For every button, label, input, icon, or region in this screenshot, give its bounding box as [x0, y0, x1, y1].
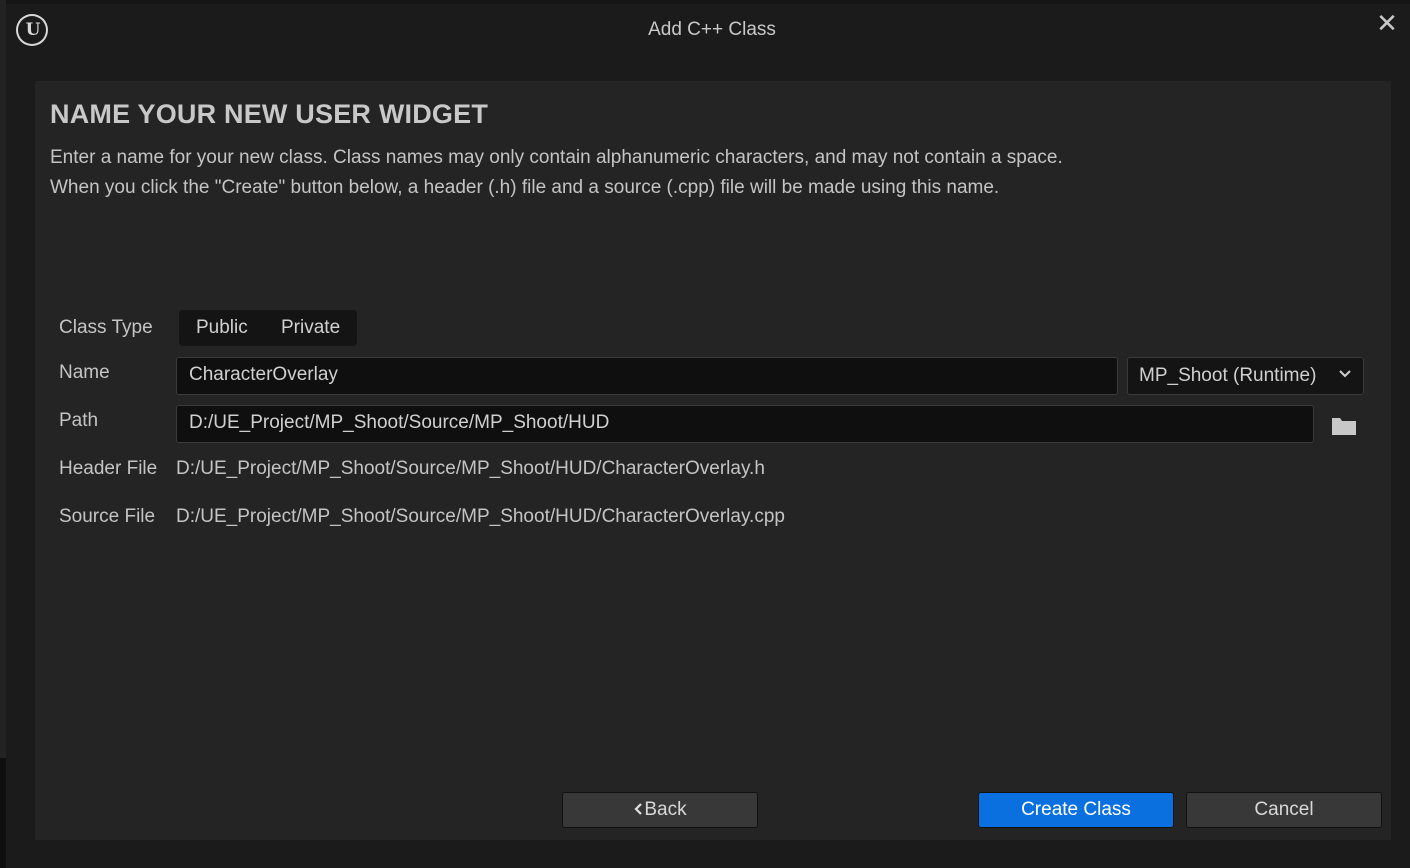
source-file-label: Source File — [59, 506, 156, 527]
class-type-toggle: Public Private — [179, 310, 357, 346]
content-panel: NAME YOUR NEW USER WIDGET Enter a name f… — [35, 81, 1391, 840]
cancel-button-label: Cancel — [1254, 799, 1314, 820]
class-type-private[interactable]: Private — [281, 317, 340, 339]
path-label: Path — [59, 410, 99, 431]
cancel-button[interactable]: Cancel — [1186, 792, 1382, 828]
back-button[interactable]: Back — [562, 792, 758, 828]
module-dropdown-value: MP_Shoot (Runtime) — [1139, 365, 1317, 386]
module-dropdown[interactable]: MP_Shoot (Runtime) — [1127, 357, 1364, 395]
path-input[interactable]: D:/UE_Project/MP_Shoot/Source/MP_Shoot/H… — [176, 405, 1314, 443]
create-class-button[interactable]: Create Class — [978, 792, 1174, 828]
description-line-2: When you click the "Create" button below… — [50, 177, 1000, 198]
class-name-input[interactable]: CharacterOverlay — [176, 357, 1118, 395]
create-class-button-label: Create Class — [1021, 799, 1131, 820]
add-cpp-class-dialog: U Add C++ Class ✕ NAME YOUR NEW USER WID… — [6, 4, 1410, 868]
close-button[interactable]: ✕ — [1374, 10, 1400, 36]
class-type-public[interactable]: Public — [196, 317, 248, 339]
name-label: Name — [59, 362, 110, 383]
description-line-1: Enter a name for your new class. Class n… — [50, 147, 1063, 168]
chevron-left-icon — [634, 803, 643, 815]
back-button-label: Back — [644, 799, 687, 820]
header-file-value: D:/UE_Project/MP_Shoot/Source/MP_Shoot/H… — [176, 458, 765, 479]
window-title: Add C++ Class — [648, 19, 776, 40]
chevron-down-icon — [1339, 370, 1351, 378]
class-type-label: Class Type — [59, 317, 153, 338]
title-bar: U Add C++ Class ✕ — [6, 4, 1410, 56]
source-file-value: D:/UE_Project/MP_Shoot/Source/MP_Shoot/H… — [176, 506, 785, 527]
folder-icon[interactable] — [1331, 415, 1357, 437]
header-file-label: Header File — [59, 458, 158, 479]
page-heading: NAME YOUR NEW USER WIDGET — [50, 99, 489, 129]
close-icon: ✕ — [1376, 8, 1398, 38]
